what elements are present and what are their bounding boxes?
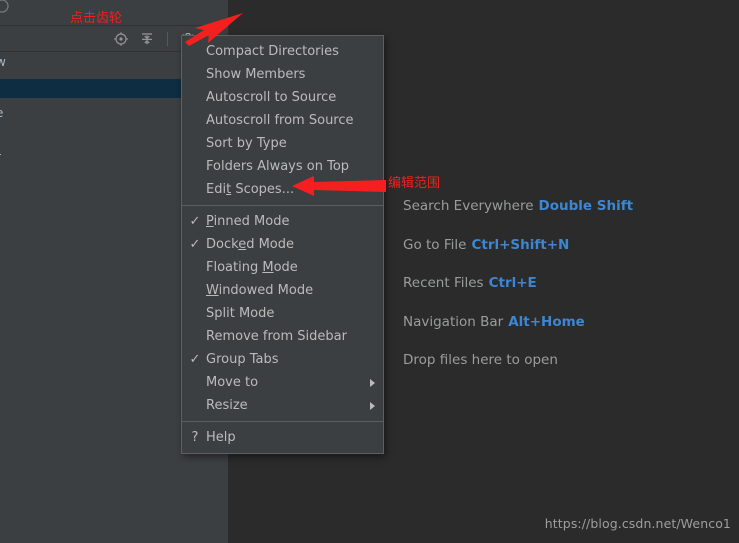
menu-item-label: Autoscroll from Source	[206, 113, 354, 128]
tree-row-label: r	[0, 148, 1, 167]
menu-item-sort-by-type[interactable]: Sort by Type	[182, 132, 383, 155]
menu-item-label: Floating Mode	[206, 260, 298, 275]
menu-item-label: Move to	[206, 375, 259, 390]
menu-item-label: Edit Scopes...	[206, 182, 295, 197]
menu-item-pinned-mode[interactable]: ✓ Pinned Mode	[182, 210, 383, 233]
menu-item-resize[interactable]: Resize	[182, 394, 383, 417]
menu-item-edit-scopes[interactable]: Edit Scopes...	[182, 178, 383, 201]
menu-item-folders-always-on-top[interactable]: Folders Always on Top	[182, 155, 383, 178]
tree-row-label: w	[0, 55, 6, 69]
menu-item-label: Compact Directories	[206, 44, 339, 59]
hint-shortcut-key: Ctrl+E	[488, 275, 537, 291]
hint-shortcut-key: Alt+Home	[508, 313, 585, 330]
check-icon: ✓	[189, 352, 201, 367]
partial-corner-icon	[0, 0, 10, 14]
menu-item-show-members[interactable]: Show Members	[182, 63, 383, 86]
menu-item-label: Group Tabs	[206, 352, 279, 367]
check-icon: ✓	[189, 237, 201, 252]
view-options-popup-menu[interactable]: Compact Directories Show Members Autoscrol…	[181, 35, 384, 454]
hint-shortcut-key: Ctrl+Shift+N	[471, 236, 570, 253]
menu-item-label: Autoscroll to Source	[206, 90, 337, 105]
menu-item-label: Resize	[206, 398, 248, 413]
help-question-icon: ?	[191, 430, 199, 445]
hint-row: Go to File Ctrl+Shift+N	[403, 237, 733, 253]
menu-item-label: Pinned Mode	[206, 214, 290, 229]
hint-action-label: Navigation Bar	[403, 313, 504, 330]
menu-item-label: Folders Always on Top	[206, 159, 350, 174]
menu-item-help[interactable]: ? Help	[182, 426, 383, 449]
check-icon: ✓	[189, 214, 201, 229]
submenu-arrow-icon	[370, 402, 375, 410]
tree-row-label: e	[0, 104, 3, 123]
menu-item-remove-from-sidebar[interactable]: Remove from Sidebar	[182, 325, 383, 348]
hint-row: Recent Files Ctrl+E	[403, 275, 733, 291]
menu-item-autoscroll-to-source[interactable]: Autoscroll to Source	[182, 86, 383, 109]
menu-item-label: Remove from Sidebar	[206, 329, 347, 344]
menu-item-split-mode[interactable]: Split Mode	[182, 302, 383, 325]
menu-item-label: Help	[206, 430, 236, 445]
hint-row: Search Everywhere Double Shift	[403, 198, 733, 214]
menu-item-docked-mode[interactable]: ✓ Docked Mode	[182, 233, 383, 256]
menu-item-label: Show Members	[206, 67, 306, 82]
hint-action-label: Recent Files	[403, 275, 484, 291]
hint-action-label: Search Everywhere	[403, 198, 534, 214]
menu-item-compact-directories[interactable]: Compact Directories	[182, 40, 383, 63]
menu-item-autoscroll-from-source[interactable]: Autoscroll from Source	[182, 109, 383, 132]
hint-action-label: Go to File	[403, 236, 467, 253]
menu-item-floating-mode[interactable]: Floating Mode	[182, 256, 383, 279]
hint-shortcut-key: Double Shift	[538, 198, 634, 214]
submenu-arrow-icon	[370, 379, 375, 387]
hint-action-label: Drop files here to open	[403, 352, 558, 368]
menu-item-label: Split Mode	[206, 306, 275, 321]
menu-item-move-to[interactable]: Move to	[182, 371, 383, 394]
watermark: https://blog.csdn.net/Wenco1	[544, 516, 731, 531]
menu-item-label: Windowed Mode	[206, 283, 314, 298]
annotation-edit-scopes: 编辑范围	[388, 176, 441, 191]
hint-row: Navigation Bar Alt+Home	[403, 314, 733, 330]
locate-target-icon[interactable]	[113, 31, 129, 47]
menu-item-windowed-mode[interactable]: Windowed Mode	[182, 279, 383, 302]
annotation-click-gear: 点击齿轮	[70, 11, 123, 26]
ide-screenshot: w e r Search EverywhereDouble Shift Go to…	[0, 0, 739, 543]
menu-separator	[182, 421, 383, 422]
menu-separator	[182, 205, 383, 206]
collapse-all-icon[interactable]	[139, 31, 155, 47]
hint-row: Drop files here to open	[403, 352, 733, 368]
menu-item-label: Sort by Type	[206, 136, 287, 151]
menu-item-label: Docked Mode	[206, 237, 294, 252]
editor-shortcut-hints: Search Everywhere Double Shift Go to File C…	[403, 198, 733, 391]
menu-item-group-tabs[interactable]: ✓ Group Tabs	[182, 348, 383, 371]
toolbar-divider	[167, 31, 168, 46]
